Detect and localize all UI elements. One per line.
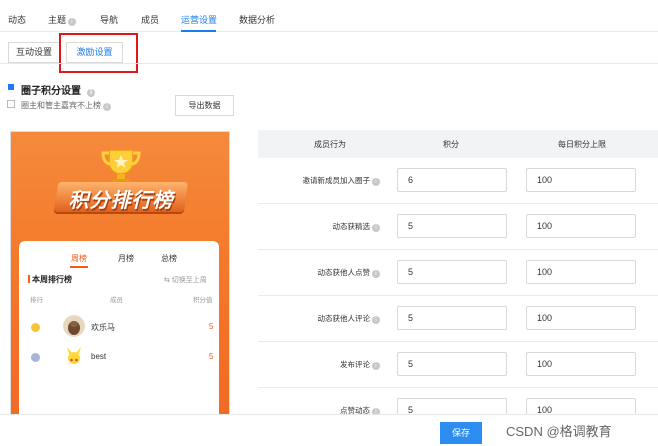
table-row: 动态获精选 i 5 100 [258, 204, 658, 250]
active-tab-underline [181, 30, 216, 32]
member-name: best [91, 352, 107, 361]
section-title-text: 圈子积分设置 [21, 86, 81, 97]
action-label-text: 动态获他人评论 [317, 314, 371, 323]
tab-weekly[interactable]: 周榜 [71, 253, 87, 264]
gold-medal-icon [31, 323, 40, 332]
header-daily-limit: 每日积分上限 [558, 140, 606, 149]
table-row: 发布评论 i 5 100 [258, 342, 658, 388]
info-icon: i [68, 18, 77, 26]
info-icon: i [372, 224, 380, 232]
points-input[interactable]: 6 [397, 168, 507, 192]
nav-item-operations-settings[interactable]: 运营设置 [181, 13, 217, 26]
exclude-hosts-checkbox[interactable] [7, 100, 15, 108]
leaderboard-banner: 积分排行榜 [11, 132, 229, 247]
member-name: 欢乐马 [91, 323, 115, 332]
daily-limit-input[interactable]: 100 [526, 352, 636, 376]
action-label: 邀请新成员加入圈子 i [258, 175, 380, 186]
info-icon: i [87, 89, 95, 97]
member-score: 5 [209, 352, 214, 361]
list-item: 欢乐马 5 [19, 315, 219, 341]
daily-limit-input[interactable]: 100 [526, 214, 636, 238]
save-button[interactable]: 保存 [440, 422, 482, 444]
points-input[interactable]: 5 [397, 352, 507, 376]
action-label: 动态获他人评论 i [258, 313, 380, 324]
action-label-text: 发布评论 [340, 360, 370, 369]
rank-tab-underline [70, 266, 88, 268]
nav-item-dynamics[interactable]: 动态 [8, 13, 26, 26]
action-label-text: 动态获他人点赞 [317, 268, 371, 277]
avatar [63, 315, 85, 337]
info-icon: i [372, 362, 380, 370]
column-rank: 排行 [30, 297, 43, 304]
watermark: CSDN @格调教育 [506, 424, 612, 439]
header-points: 积分 [443, 140, 459, 149]
nav-item-topics-label: 主题 [48, 15, 67, 25]
divider [0, 63, 658, 64]
nav-item-data-analysis[interactable]: 数据分析 [239, 13, 275, 26]
avatar [63, 345, 85, 367]
column-points: 积分值 [193, 297, 213, 304]
leaderboard-preview: 积分排行榜 周榜 月榜 总榜 本周排行榜 ⇆ 切换至上周 排行 成员 积分值 欢… [10, 131, 230, 446]
exclude-hosts-label-text: 圈主和管主嘉宾不上榜 [21, 101, 101, 110]
daily-limit-input[interactable]: 100 [526, 306, 636, 330]
points-input[interactable]: 5 [397, 214, 507, 238]
week-ranking-header: 本周排行榜 [32, 275, 72, 284]
section-marker [8, 84, 14, 90]
switch-last-week-link[interactable]: ⇆ 切换至上周 [164, 275, 207, 285]
exclude-hosts-label: 圈主和管主嘉宾不上榜 i [21, 100, 111, 111]
banner-title: 积分排行榜 [68, 188, 174, 212]
action-label: 发布评论 i [258, 359, 380, 370]
top-nav: 动态 主题 i 导航 成员 运营设置 数据分析 [0, 0, 658, 32]
list-item: best 5 [19, 345, 219, 371]
daily-limit-input[interactable]: 100 [526, 260, 636, 284]
header-member-action: 成员行为 [314, 140, 346, 149]
daily-limit-input[interactable]: 100 [526, 168, 636, 192]
action-label: 动态获精选 i [258, 221, 380, 232]
highlight-annotation-box [59, 33, 138, 73]
table-row: 邀请新成员加入圈子 i 6 100 [258, 158, 658, 204]
section-title: 圈子积分设置 i [21, 82, 95, 97]
info-icon: i [372, 178, 380, 186]
nav-item-navigation[interactable]: 导航 [100, 13, 118, 26]
silver-medal-icon [31, 353, 40, 362]
tab-monthly[interactable]: 月榜 [118, 253, 134, 264]
trophy-icon [101, 149, 141, 184]
footer-bar: 保存 CSDN @格调教育 [0, 414, 658, 446]
table-header: 成员行为 积分 每日积分上限 [258, 130, 658, 158]
column-member: 成员 [110, 297, 123, 304]
action-label-text: 邀请新成员加入圈子 [302, 176, 371, 185]
week-header-marker [28, 275, 30, 283]
points-input[interactable]: 5 [397, 260, 507, 284]
nav-item-topics[interactable]: 主题 i [48, 13, 77, 26]
tab-total[interactable]: 总榜 [161, 253, 177, 264]
info-icon: i [372, 316, 380, 324]
info-icon: i [103, 103, 111, 111]
table-row: 动态获他人评论 i 5 100 [258, 296, 658, 342]
action-label: 动态获他人点赞 i [258, 267, 380, 278]
points-input[interactable]: 5 [397, 306, 507, 330]
tab-interaction-settings[interactable]: 互动设置 [8, 42, 60, 63]
nav-item-members[interactable]: 成员 [141, 13, 159, 26]
info-icon: i [372, 270, 380, 278]
member-score: 5 [209, 322, 214, 331]
export-data-button[interactable]: 导出数据 [175, 95, 234, 116]
table-row: 动态获他人点赞 i 5 100 [258, 250, 658, 296]
action-label-text: 动态获精选 [332, 222, 371, 231]
